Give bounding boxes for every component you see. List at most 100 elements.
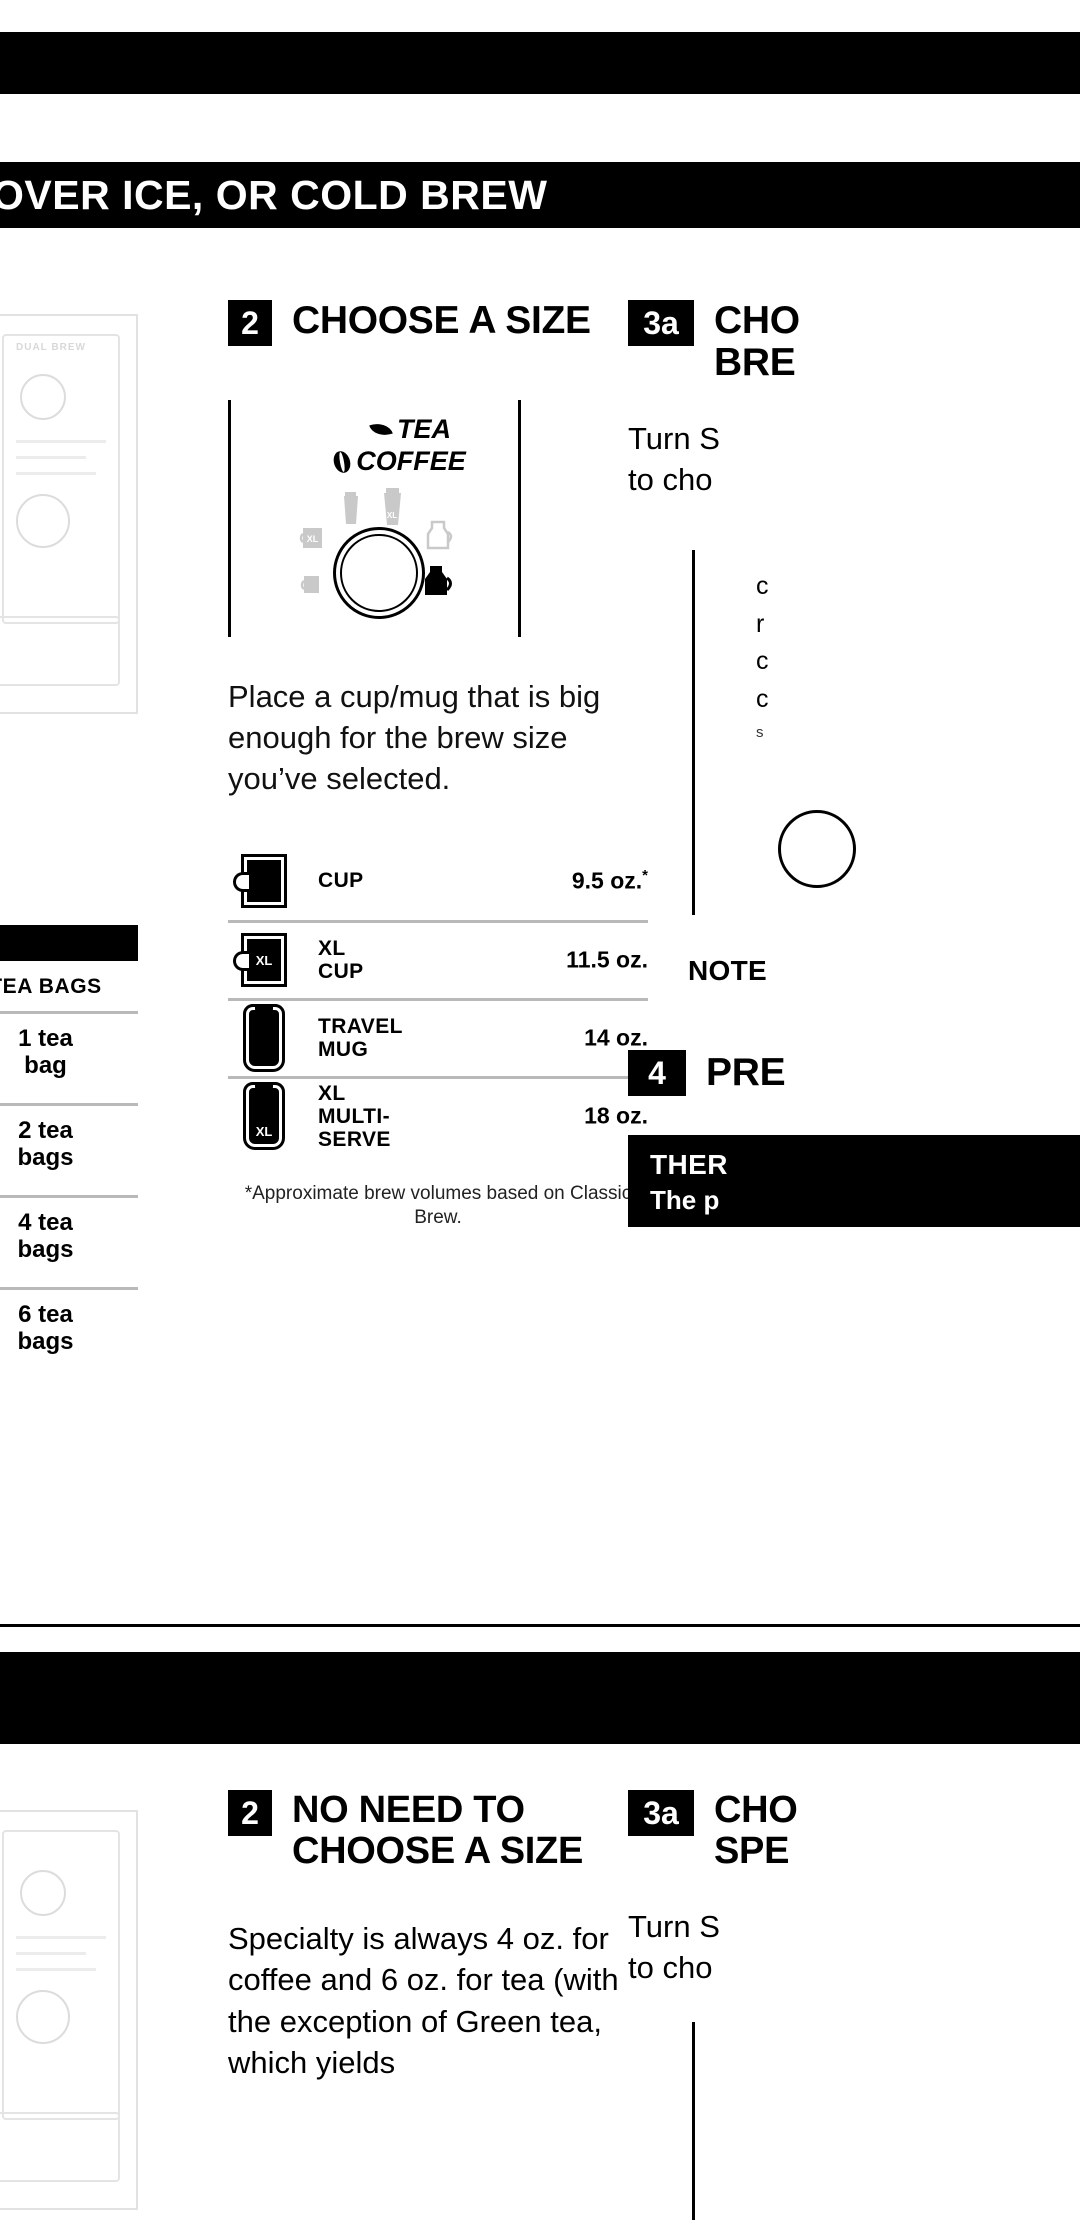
table-row: 4 tea bags	[0, 1195, 138, 1275]
size-name: TRAVEL MUG	[318, 1015, 403, 1062]
tea-bags-cell: 6 tea bags	[17, 1300, 74, 1355]
brew-type-list: c r c c s	[756, 568, 769, 745]
step2-heading-bottom: 2 NO NEED TO CHOOSE A SIZE	[228, 1789, 658, 1873]
brew-style-knob[interactable]	[778, 810, 856, 888]
instruction-text: Turn S to cho	[628, 421, 720, 498]
step-number-badge: 3a	[628, 300, 694, 346]
machine-base	[0, 2112, 120, 2182]
brew-type-items: c r c c	[756, 572, 769, 713]
tea-bags-column-header: TEA BAGS	[0, 975, 102, 998]
tea-table-header-bars	[0, 925, 138, 961]
travel-mug-icon	[228, 1004, 300, 1067]
step3a-heading: 3a CHO BRE	[628, 299, 1080, 385]
machine-base	[0, 616, 120, 686]
table-row: TRAVEL MUG 14 oz.	[228, 997, 648, 1076]
step-number-badge: 2	[228, 1790, 272, 1836]
dial-xl-cup-icon: XL	[299, 528, 322, 548]
brew-size-dial[interactable]	[333, 527, 425, 619]
page-title: CHOOSE A SIZE	[292, 299, 591, 342]
dial-cup-icon	[300, 576, 319, 593]
machine-dial-bottom-icon	[16, 1990, 70, 2044]
machine-dial-top-icon	[20, 374, 66, 420]
size-volume: 11.5 oz.	[566, 946, 648, 973]
right-vertical-rule-bottom	[692, 2022, 695, 2220]
xl-multi-serve-icon: XL	[228, 1082, 300, 1145]
right-vertical-rule	[692, 550, 695, 915]
table-row: 2 tea bags	[0, 1103, 138, 1183]
dial-legend-tea-label: TEA	[397, 414, 451, 444]
center-column-step2: 2 CHOOSE A SIZE TEA COFFEE XL XL Place a…	[228, 299, 648, 1230]
tea-bags-cell: 4 tea bags	[17, 1208, 74, 1263]
brew-size-table: CUP 9.5 oz.* XL XL CUP 11.5 oz. TRAVEL M…	[228, 842, 648, 1154]
table-row: CUP 9.5 oz.*	[228, 842, 648, 920]
table-row: 1 tea bag	[0, 1011, 138, 1091]
coffee-bean-icon	[331, 448, 354, 475]
dial-legend-tea-row: TEA	[306, 414, 516, 446]
size-volume: 18 oz.	[584, 1102, 648, 1129]
svg-text:XL: XL	[387, 511, 397, 520]
instruction-text: Turn S to cho	[628, 1909, 720, 1986]
dial-rule-left	[228, 400, 231, 637]
dial-legend: TEA COFFEE	[306, 414, 516, 478]
machine-control-panel	[2, 1830, 120, 2120]
step4-heading: 4 PRE	[628, 1050, 786, 1096]
left-note-heading: FEE, ADD BASKET.	[0, 1452, 148, 1523]
leaf-icon	[369, 419, 393, 441]
dial-xl-multi-serve-icon: XL	[384, 488, 401, 525]
size-volume: 9.5 oz.*	[571, 866, 648, 894]
note-label: NOTE	[688, 955, 767, 986]
right-column-step3a-bottom: 3a CHO SPE Turn S to cho	[628, 1789, 1080, 2220]
step-number-badge: 2	[228, 300, 272, 346]
warning-heading: THER	[650, 1149, 728, 1180]
size-name: XL MULTI- SERVE	[318, 1081, 391, 1151]
section-banner-bottom	[0, 1652, 1080, 1744]
page-title: CHO BRE	[714, 299, 800, 385]
table-row: XL XL CUP 11.5 oz.	[228, 919, 648, 998]
cup-icon	[228, 859, 300, 902]
machine-model-label: DUAL BREW	[16, 342, 86, 353]
xl-cup-icon: XL	[228, 939, 300, 982]
size-volume: 14 oz.	[584, 1024, 648, 1051]
machine-control-panel	[2, 334, 120, 624]
dial-rule-right	[518, 400, 521, 637]
page-title: CHO SPE	[714, 1789, 798, 1873]
table-row: XL XL MULTI- SERVE 18 oz.	[228, 1075, 648, 1154]
tea-bags-cell: 2 tea bags	[17, 1116, 74, 1171]
right-column-step3a: 3a CHO BRE Turn S to cho c r c c s NOTE …	[628, 299, 1080, 1227]
machine-dial-top-icon	[20, 1870, 66, 1916]
section-banner: OVER ICE, OR COLD BREW	[0, 162, 1080, 228]
footnote-text: *Approximate brew volumes based on Class…	[244, 1182, 632, 1228]
banner-headline: OVER ICE, OR COLD BREW	[0, 171, 548, 218]
size-name: CUP	[318, 869, 364, 893]
left-note-body: e the basket.	[0, 1545, 148, 1627]
tea-table-column-labels: TEA TEA BAGS	[0, 961, 138, 999]
instruction-text: Specialty is always 4 oz. for coffee and…	[228, 1921, 619, 2080]
page-title: PRE	[706, 1050, 786, 1094]
center-column-step2-bottom: 2 NO NEED TO CHOOSE A SIZE Specialty is …	[228, 1789, 658, 2083]
svg-text:XL: XL	[307, 534, 319, 544]
warning-banner: THER The p	[628, 1135, 1080, 1227]
coffee-maker-illustration-bottom	[0, 1810, 138, 2210]
machine-dial-bottom-icon	[16, 494, 70, 548]
warning-body: The p	[650, 1185, 720, 1215]
step-number-badge: 3a	[628, 1790, 694, 1836]
instruction-text: Place a cup/mug that is big enough for t…	[228, 679, 601, 797]
dial-illustration: TEA COFFEE XL XL	[228, 400, 648, 640]
step-number-badge: 4	[628, 1050, 686, 1096]
top-black-bar	[0, 32, 1080, 94]
tea-bags-table: TEA TEA BAGS 1 tea bag 2 tea bags 4 tea …	[0, 925, 138, 1367]
dial-legend-coffee-row: COFFEE	[284, 446, 516, 478]
dial-xl-carafe-icon	[425, 566, 452, 595]
panel-divider	[0, 1624, 1080, 1627]
step3a-heading-bottom: 3a CHO SPE	[628, 1789, 1080, 1873]
step2-heading: 2 CHOOSE A SIZE	[228, 299, 648, 346]
dial-travel-mug-icon	[344, 492, 358, 524]
brew-type-note: s	[756, 724, 764, 741]
dial-legend-coffee-label: COFFEE	[356, 445, 466, 476]
table-row: 6 tea bags	[0, 1287, 138, 1367]
page-title: NO NEED TO CHOOSE A SIZE	[292, 1789, 583, 1873]
size-name: XL CUP	[318, 937, 364, 984]
tea-bags-cell: 1 tea bag	[18, 1024, 73, 1079]
dial-carafe-icon	[426, 520, 453, 550]
coffee-maker-illustration: NINJA DUAL BREW	[0, 314, 138, 714]
